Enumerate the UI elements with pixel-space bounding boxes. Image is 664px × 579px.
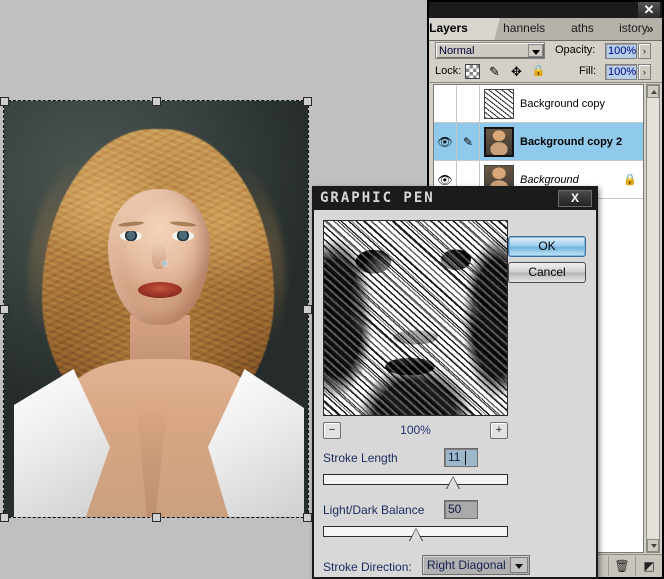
dialog-title-bar[interactable]: GRAPHIC PEN X: [314, 188, 596, 210]
document-canvas[interactable]: [4, 101, 308, 517]
layer-name[interactable]: Background: [520, 174, 623, 186]
preview-hatching-light: [324, 221, 507, 415]
layer-name[interactable]: Background copy 2: [520, 136, 643, 148]
nose-stud: [162, 261, 167, 266]
close-icon[interactable]: X: [558, 190, 592, 207]
lock-row: Lock: ✎ ✥ 🔒 Fill: 100% ›: [429, 62, 662, 83]
transform-handle-bottom-center[interactable]: [152, 513, 161, 522]
shoulder-tattoo: [196, 513, 232, 517]
paint-lock-icon[interactable]: ✎: [487, 64, 502, 79]
transform-handle-middle-left[interactable]: [0, 305, 9, 314]
portrait-photo: [4, 101, 308, 517]
layer-link-toggle[interactable]: ✎: [457, 123, 480, 160]
layer-visibility-toggle[interactable]: 👁: [434, 123, 457, 160]
new-layer-button[interactable]: ◩: [635, 556, 662, 576]
light-dark-balance-input[interactable]: 50: [444, 500, 478, 519]
layers-scrollbar[interactable]: [646, 84, 660, 553]
text-caret: [465, 451, 466, 465]
stroke-direction-select[interactable]: Right Diagonal: [422, 555, 530, 575]
transform-handle-top-center[interactable]: [152, 97, 161, 106]
palette-menu-icon[interactable]: »: [640, 19, 660, 39]
eye-right: [172, 231, 194, 241]
light-dark-balance-value: 50: [448, 502, 462, 516]
delete-layer-button[interactable]: 🗑: [608, 556, 635, 576]
layer-thumbnail[interactable]: [484, 88, 514, 119]
light-dark-balance-slider-handle[interactable]: [409, 528, 423, 542]
light-dark-balance-label: Light/Dark Balance: [323, 503, 425, 517]
fill-stepper[interactable]: ›: [638, 64, 651, 80]
light-dark-balance-slider[interactable]: [323, 526, 508, 541]
opacity-input[interactable]: 100%: [605, 43, 637, 59]
layer-thumbnail[interactable]: [484, 126, 514, 157]
page-title: GRAPHIC PEN: [320, 190, 435, 206]
palette-tab-strip: Layers hannels aths istory ctions »: [429, 18, 662, 41]
stroke-length-input[interactable]: 11: [444, 448, 478, 467]
opacity-stepper[interactable]: ›: [638, 43, 651, 59]
brush-icon: ✎: [462, 134, 474, 149]
close-icon[interactable]: ✕: [638, 2, 660, 18]
move-lock-icon[interactable]: ✥: [509, 64, 524, 79]
stroke-length-value: 11: [448, 450, 461, 464]
lock-icon: 🔒: [623, 174, 637, 186]
stroke-length-slider-handle[interactable]: [446, 476, 460, 490]
chevron-down-icon[interactable]: [528, 44, 543, 57]
opacity-label: Opacity:: [555, 44, 596, 56]
layer-link-toggle[interactable]: [457, 85, 480, 122]
blend-mode-select[interactable]: Normal: [435, 42, 545, 59]
cancel-button[interactable]: Cancel: [508, 262, 586, 283]
ok-button[interactable]: OK: [508, 236, 586, 257]
palette-title-bar[interactable]: ✕: [429, 2, 662, 18]
stroke-length-label: Stroke Length: [323, 451, 398, 465]
preview-zoom-row: − 100% +: [323, 422, 508, 442]
blend-opacity-row: Normal Opacity: 100% ›: [429, 40, 662, 62]
blend-mode-value: Normal: [439, 45, 475, 57]
eye-left: [120, 231, 142, 241]
stroke-length-slider[interactable]: [323, 474, 508, 489]
stroke-direction-label: Stroke Direction:: [323, 560, 412, 574]
transparency-lock-icon[interactable]: [465, 64, 480, 79]
transform-handle-middle-right[interactable]: [303, 305, 312, 314]
tab-channels-label: hannels: [503, 21, 546, 35]
tab-layers-label: Layers: [429, 21, 468, 35]
graphic-pen-dialog: GRAPHIC PEN X OK Cancel − 100% + Stroke …: [312, 186, 598, 579]
scroll-down-icon[interactable]: [647, 539, 659, 552]
filter-preview[interactable]: [323, 220, 508, 416]
table-row[interactable]: Background copy: [434, 85, 643, 123]
zoom-in-button[interactable]: +: [490, 422, 508, 439]
fill-input[interactable]: 100%: [605, 64, 637, 80]
stroke-direction-value: Right Diagonal: [427, 558, 506, 572]
lips: [138, 282, 182, 298]
fill-label: Fill:: [579, 65, 597, 77]
eye-icon: 👁: [437, 172, 453, 187]
zoom-level: 100%: [400, 423, 431, 437]
scroll-up-icon[interactable]: [647, 85, 659, 98]
dialog-body: OK Cancel − 100% + Stroke Length 11 Ligh…: [314, 210, 596, 577]
tab-paths-label: aths: [571, 21, 594, 35]
layer-visibility-toggle[interactable]: [434, 85, 457, 122]
table-row[interactable]: 👁 ✎ Background copy 2: [434, 123, 643, 161]
transform-handle-top-left[interactable]: [0, 97, 9, 106]
transform-handle-bottom-right[interactable]: [303, 513, 312, 522]
layer-name[interactable]: Background copy: [520, 98, 643, 110]
chevron-down-icon[interactable]: [510, 557, 528, 573]
all-lock-icon[interactable]: 🔒: [531, 64, 546, 79]
transform-handle-bottom-left[interactable]: [0, 513, 9, 522]
transform-handle-top-right[interactable]: [303, 97, 312, 106]
lock-label: Lock:: [435, 65, 462, 77]
eye-icon: 👁: [437, 134, 453, 149]
